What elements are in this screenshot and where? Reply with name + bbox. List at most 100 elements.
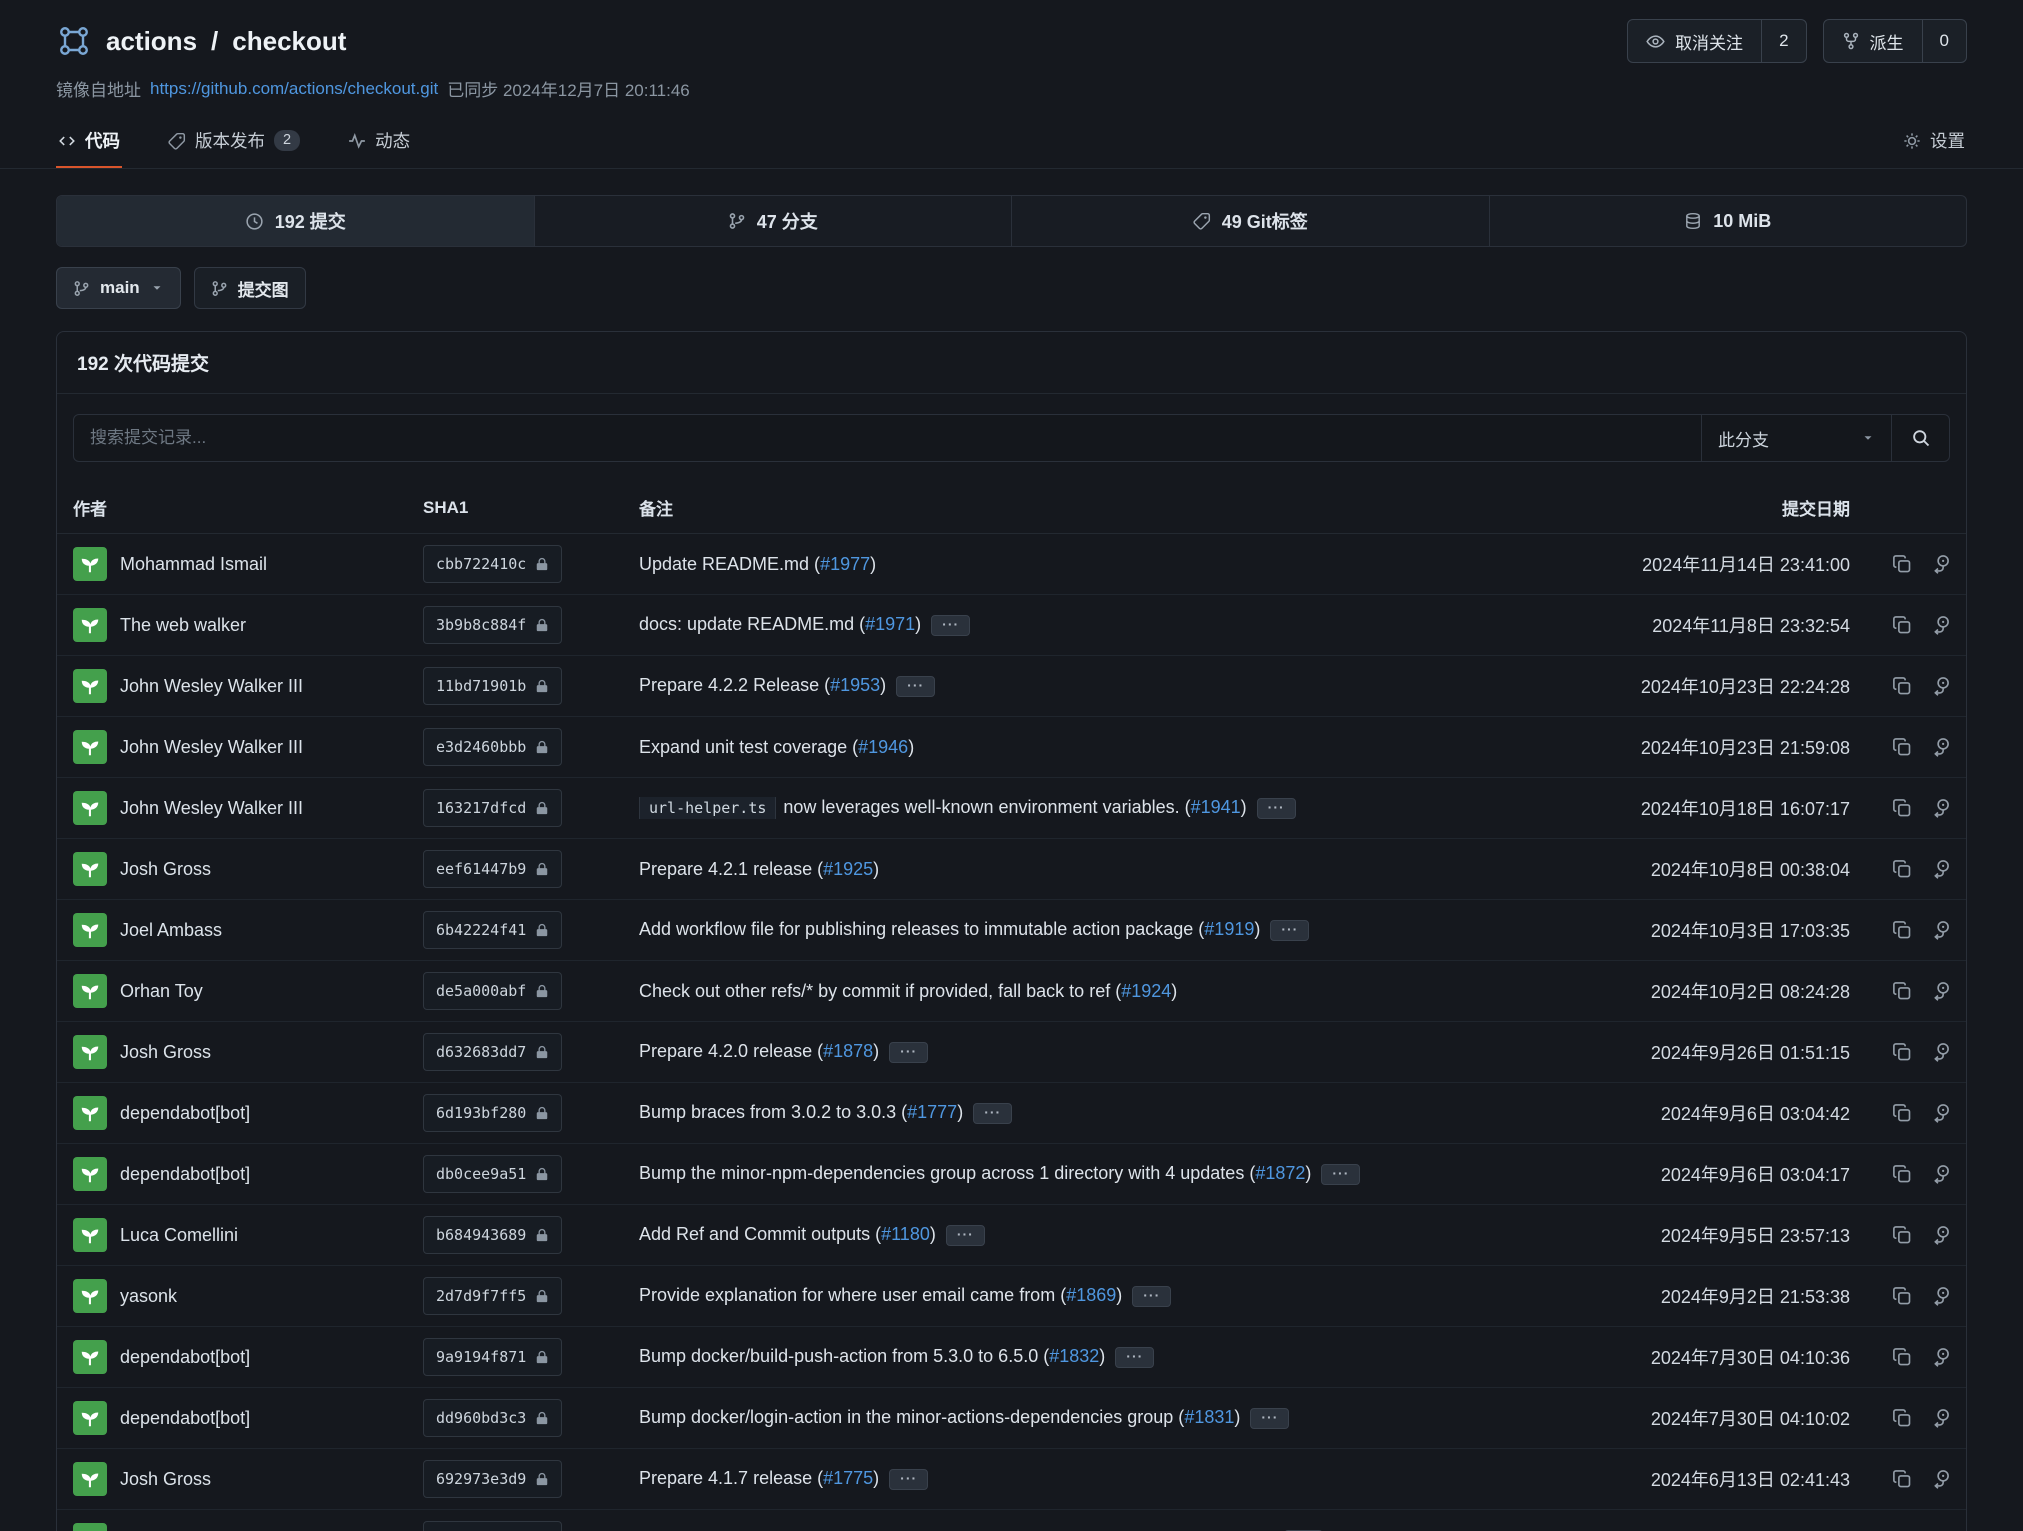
avatar[interactable]	[73, 608, 107, 642]
commit-sha-link[interactable]: 9a9194f871	[423, 1338, 562, 1376]
repo-name-link[interactable]: checkout	[232, 26, 346, 57]
copy-sha-icon[interactable]	[1892, 1042, 1912, 1062]
commit-sha-link[interactable]: d632683dd7	[423, 1033, 562, 1071]
repo-owner-link[interactable]: actions	[106, 26, 197, 57]
unwatch-button[interactable]: 取消关注	[1628, 20, 1761, 62]
copy-sha-icon[interactable]	[1892, 554, 1912, 574]
commit-sha-link[interactable]: 163217dfcd	[423, 789, 562, 827]
avatar[interactable]	[73, 1462, 107, 1496]
avatar[interactable]	[73, 1157, 107, 1191]
commit-graph-button[interactable]: 提交图	[194, 267, 306, 309]
pr-link[interactable]: #1971	[865, 614, 915, 634]
pr-link[interactable]: #1180	[881, 1224, 930, 1244]
avatar[interactable]	[73, 1096, 107, 1130]
commit-sha-link[interactable]: 2d7d9f7ff5	[423, 1277, 562, 1315]
expand-commit-button[interactable]: ···	[1250, 1408, 1289, 1429]
stat-commits[interactable]: 192 提交	[57, 196, 534, 246]
stat-size[interactable]: 10 MiB	[1489, 196, 1967, 246]
pr-link[interactable]: #1924	[1121, 981, 1171, 1001]
watchers-count[interactable]: 2	[1761, 20, 1805, 62]
author-name[interactable]: dependabot[bot]	[120, 1164, 250, 1185]
author-name[interactable]: yasonk	[120, 1286, 177, 1307]
expand-commit-button[interactable]: ···	[973, 1103, 1012, 1124]
avatar[interactable]	[73, 669, 107, 703]
avatar[interactable]	[73, 1523, 107, 1531]
avatar[interactable]	[73, 1218, 107, 1252]
pr-link[interactable]: #1919	[1204, 919, 1254, 939]
avatar[interactable]	[73, 547, 107, 581]
copy-sha-icon[interactable]	[1892, 859, 1912, 879]
commit-sha-link[interactable]: eef61447b9	[423, 850, 562, 888]
commit-sha-link[interactable]: b684943689	[423, 1216, 562, 1254]
cherry-pick-icon[interactable]	[1930, 1225, 1950, 1245]
author-name[interactable]: Josh Gross	[120, 1469, 211, 1490]
branch-selector[interactable]: main	[56, 267, 181, 309]
copy-sha-icon[interactable]	[1892, 1347, 1912, 1367]
cherry-pick-icon[interactable]	[1930, 798, 1950, 818]
copy-sha-icon[interactable]	[1892, 798, 1912, 818]
avatar[interactable]	[73, 730, 107, 764]
tab-settings[interactable]: 设置	[1901, 115, 1967, 169]
copy-sha-icon[interactable]	[1892, 1103, 1912, 1123]
author-name[interactable]: Luca Comellini	[120, 1225, 238, 1246]
expand-commit-button[interactable]: ···	[1321, 1164, 1360, 1185]
copy-sha-icon[interactable]	[1892, 1469, 1912, 1489]
cherry-pick-icon[interactable]	[1930, 615, 1950, 635]
cherry-pick-icon[interactable]	[1930, 1164, 1950, 1184]
author-name[interactable]: John Wesley Walker III	[120, 676, 303, 697]
tab-activity[interactable]: 动态	[346, 115, 412, 169]
commit-sha-link[interactable]: 6ccd57f4c5	[423, 1521, 562, 1531]
author-name[interactable]: Orhan Toy	[120, 981, 203, 1002]
commit-sha-link[interactable]: e3d2460bbb	[423, 728, 562, 766]
avatar[interactable]	[73, 1279, 107, 1313]
author-name[interactable]: dependabot[bot]	[120, 1347, 250, 1368]
pr-link[interactable]: #1831	[1184, 1407, 1234, 1427]
cherry-pick-icon[interactable]	[1930, 737, 1950, 757]
pr-link[interactable]: #1941	[1191, 797, 1241, 817]
copy-sha-icon[interactable]	[1892, 920, 1912, 940]
tab-code[interactable]: 代码	[56, 115, 122, 169]
pr-link[interactable]: #1869	[1066, 1285, 1116, 1305]
commit-sha-link[interactable]: 11bd71901b	[423, 667, 562, 705]
pr-link[interactable]: #1878	[823, 1041, 873, 1061]
pr-link[interactable]: #1953	[830, 675, 880, 695]
tab-releases[interactable]: 版本发布 2	[166, 115, 302, 169]
expand-commit-button[interactable]: ···	[1270, 920, 1309, 941]
stat-tags[interactable]: 49 Git标签	[1011, 196, 1489, 246]
avatar[interactable]	[73, 791, 107, 825]
forks-count[interactable]: 0	[1922, 20, 1966, 62]
cherry-pick-icon[interactable]	[1930, 1408, 1950, 1428]
commit-sha-link[interactable]: db0cee9a51	[423, 1155, 562, 1193]
expand-commit-button[interactable]: ···	[1132, 1286, 1171, 1307]
avatar[interactable]	[73, 1340, 107, 1374]
search-button[interactable]	[1891, 415, 1949, 461]
expand-commit-button[interactable]: ···	[1257, 798, 1296, 819]
expand-commit-button[interactable]: ···	[931, 615, 970, 636]
pr-link[interactable]: #1775	[823, 1468, 873, 1488]
commit-sha-link[interactable]: dd960bd3c3	[423, 1399, 562, 1437]
commit-sha-link[interactable]: 6b42224f41	[423, 911, 562, 949]
expand-commit-button[interactable]: ···	[889, 1042, 928, 1063]
branch-filter-select[interactable]: 此分支	[1701, 415, 1891, 461]
cherry-pick-icon[interactable]	[1930, 676, 1950, 696]
copy-sha-icon[interactable]	[1892, 1286, 1912, 1306]
fork-button[interactable]: 派生	[1824, 20, 1922, 62]
author-name[interactable]: Josh Gross	[120, 1042, 211, 1063]
author-name[interactable]: Joel Ambass	[120, 920, 222, 941]
copy-sha-icon[interactable]	[1892, 1164, 1912, 1184]
mirror-url-link[interactable]: https://github.com/actions/checkout.git	[150, 79, 438, 99]
author-name[interactable]: Mohammad Ismail	[120, 554, 267, 575]
cherry-pick-icon[interactable]	[1930, 981, 1950, 1001]
copy-sha-icon[interactable]	[1892, 981, 1912, 1001]
pr-link[interactable]: #1946	[858, 737, 908, 757]
cherry-pick-icon[interactable]	[1930, 1469, 1950, 1489]
expand-commit-button[interactable]: ···	[889, 1469, 928, 1490]
avatar[interactable]	[73, 1035, 107, 1069]
pr-link[interactable]: #1977	[820, 554, 870, 574]
pr-link[interactable]: #1832	[1049, 1346, 1099, 1366]
copy-sha-icon[interactable]	[1892, 1408, 1912, 1428]
author-name[interactable]: dependabot[bot]	[120, 1103, 250, 1124]
cherry-pick-icon[interactable]	[1930, 1103, 1950, 1123]
stat-branches[interactable]: 47 分支	[534, 196, 1012, 246]
cherry-pick-icon[interactable]	[1930, 1286, 1950, 1306]
